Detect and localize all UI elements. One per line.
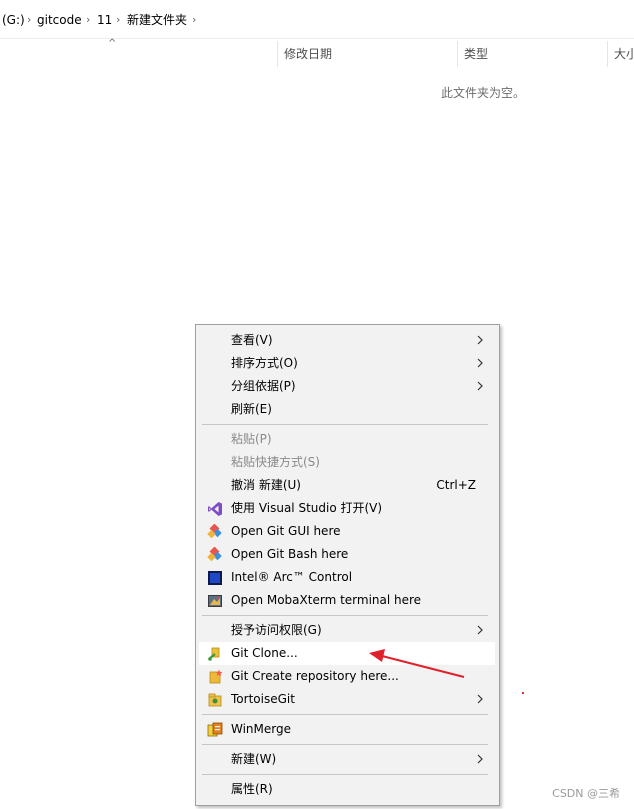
watermark: CSDN @三希 [552,787,620,800]
annotation-arrow [369,649,465,678]
stray-red-dot [522,692,524,694]
